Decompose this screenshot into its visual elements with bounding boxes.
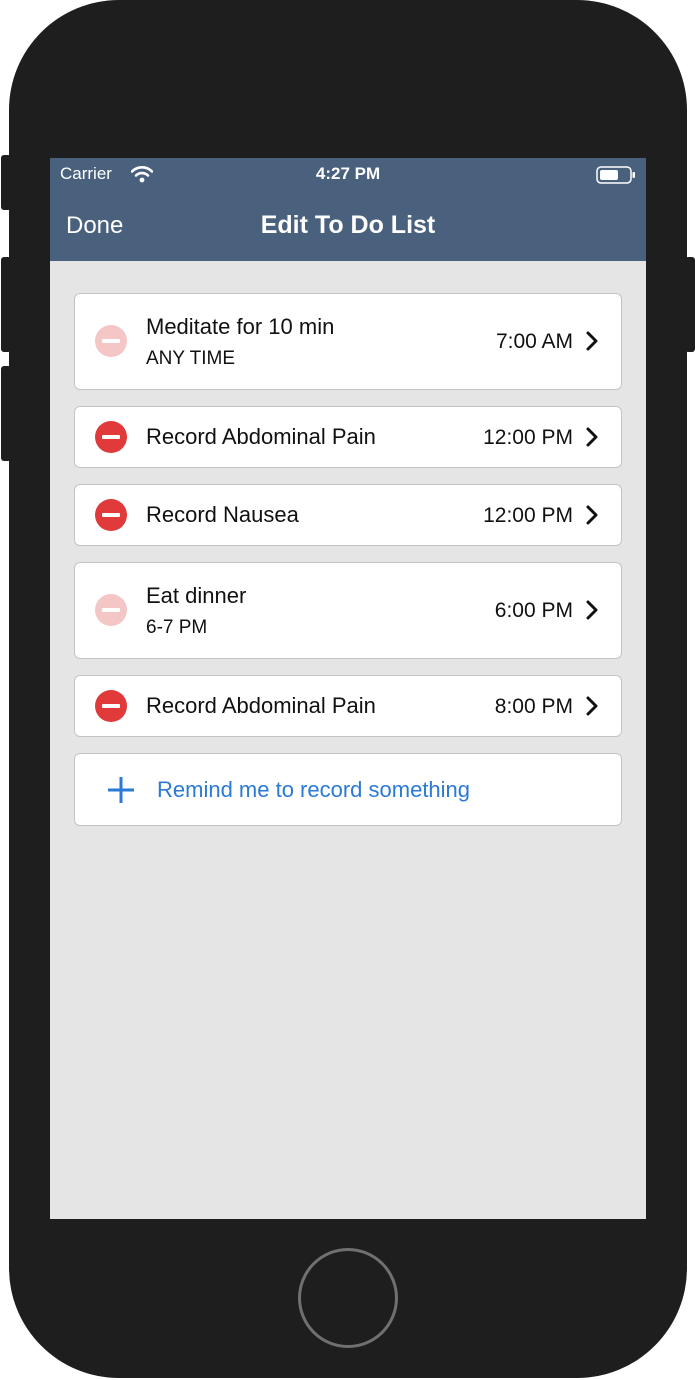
todo-row[interactable]: Record Nausea 12:00 PM bbox=[74, 484, 622, 546]
add-reminder-label: Remind me to record something bbox=[157, 777, 471, 802]
remove-icon[interactable] bbox=[95, 499, 127, 531]
chevron-right-icon bbox=[586, 505, 598, 525]
remove-icon[interactable] bbox=[95, 690, 127, 722]
todo-time: 7:00 AM bbox=[495, 330, 573, 353]
todo-row[interactable]: Meditate for 10 min ANY TIME 7:00 AM bbox=[74, 293, 622, 390]
chevron-right-icon bbox=[586, 600, 598, 620]
todo-time: 12:00 PM bbox=[483, 426, 573, 449]
volume-down-button bbox=[1, 366, 11, 461]
todo-time: 12:00 PM bbox=[483, 504, 573, 527]
screen: Carrier 4:27 PM Done Edit To Do List Med… bbox=[50, 158, 646, 1219]
navigation-bar: Carrier 4:27 PM Done Edit To Do List bbox=[50, 158, 646, 261]
battery-icon bbox=[596, 166, 635, 184]
chevron-right-icon bbox=[586, 427, 598, 447]
remove-disabled-icon bbox=[95, 594, 127, 626]
todo-time: 6:00 PM bbox=[494, 599, 573, 622]
todo-title: Record Abdominal Pain bbox=[146, 424, 376, 449]
chevron-right-icon bbox=[586, 331, 598, 351]
todo-time: 8:00 PM bbox=[494, 695, 573, 718]
todo-title: Record Abdominal Pain bbox=[146, 693, 376, 718]
todo-title: Eat dinner bbox=[146, 583, 247, 608]
chevron-right-icon bbox=[586, 696, 598, 716]
todo-row[interactable]: Eat dinner 6-7 PM 6:00 PM bbox=[74, 562, 622, 659]
mute-switch bbox=[1, 155, 11, 210]
todo-row[interactable]: Record Abdominal Pain 12:00 PM bbox=[74, 406, 622, 468]
home-button[interactable] bbox=[298, 1248, 398, 1348]
add-reminder-button[interactable]: Remind me to record something bbox=[74, 753, 622, 826]
volume-up-button bbox=[1, 257, 11, 352]
todo-subtitle: 6-7 PM bbox=[146, 617, 208, 638]
status-time: 4:27 PM bbox=[315, 164, 381, 183]
todo-row[interactable]: Record Abdominal Pain 8:00 PM bbox=[74, 675, 622, 737]
todo-subtitle: ANY TIME bbox=[146, 348, 236, 369]
todo-title: Meditate for 10 min bbox=[146, 314, 335, 339]
todo-title: Record Nausea bbox=[146, 502, 299, 527]
page-title: Edit To Do List bbox=[260, 211, 436, 239]
remove-disabled-icon bbox=[95, 325, 127, 357]
power-button bbox=[685, 257, 695, 352]
remove-icon[interactable] bbox=[95, 421, 127, 453]
plus-icon bbox=[108, 777, 134, 803]
todo-list: Meditate for 10 min ANY TIME 7:00 AM Rec… bbox=[74, 293, 622, 826]
